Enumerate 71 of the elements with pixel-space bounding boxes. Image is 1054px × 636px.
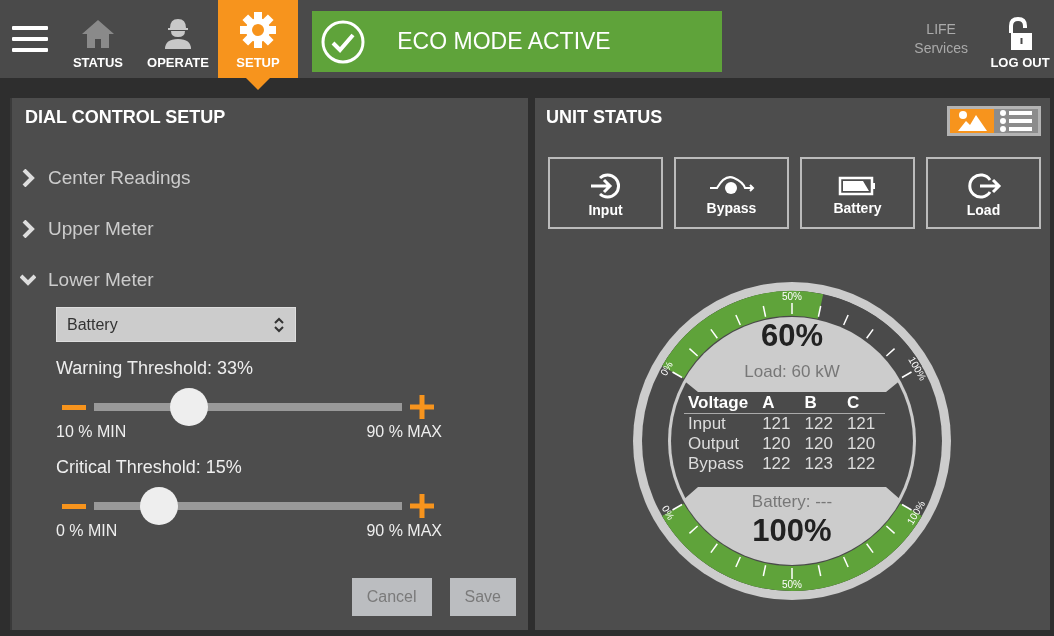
max-label: 90 % MAX [366,522,442,540]
brand-text: Services [914,39,968,58]
minus-icon [62,404,86,410]
table-cell-text: 120 [761,434,792,454]
accordion-header[interactable]: Lower Meter [20,266,154,294]
table-cell-text: Bypass [687,454,745,474]
minus-icon [62,503,86,509]
battery-caption: Battery: --- [751,492,833,512]
plus-button[interactable] [410,395,434,419]
check-circle-icon [320,18,366,65]
table-cell-text: 120 [803,434,834,454]
view-button[interactable] [950,109,994,133]
up-down-arrows-icon [273,315,285,334]
select-value: Battery [67,315,118,334]
column-header: Voltage [684,393,759,414]
plus-icon [410,395,434,419]
panel-title: DIAL CONTROL SETUP [25,106,227,128]
column-header: A [758,393,801,414]
status-tile[interactable]: Bypass [674,157,789,229]
accordion-header[interactable]: Upper Meter [20,215,154,243]
status-tile[interactable]: Load [926,157,1041,229]
list-icon [999,110,1033,132]
slider-label: Critical Threshold: 15% [56,457,243,478]
panel-title: UNIT STATUS [546,106,663,128]
banner-text: ECO MODE ACTIVE [396,28,612,55]
table-cell-text: 122 [845,454,877,474]
status-tile[interactable]: Input [548,157,663,229]
battery-percent: 100% [752,513,832,549]
plus-icon [410,494,434,518]
table-cell: 122 [800,413,843,434]
plus-button[interactable] [410,494,434,518]
table-cell-text: 123 [803,454,834,474]
slider-label: Warning Threshold: 33% [56,358,255,379]
max-label: 90 % MAX [366,423,442,441]
min-label: 0 % MIN [56,522,118,540]
slider-thumb[interactable] [170,388,209,426]
nav-tab[interactable]: STATUS [58,0,138,78]
view-button[interactable] [994,109,1038,133]
gear-icon [239,11,277,49]
table-cell: 121 [842,413,886,434]
meter-tick-label: 0% [659,503,677,522]
chevron-right-icon [20,220,36,238]
meter-tick-label: 50% [782,290,802,302]
table-cell-text: 122 [761,454,792,474]
logout-button[interactable]: LOG OUT [990,0,1054,78]
menu-button[interactable] [12,26,48,52]
chevron-right-icon [20,169,36,187]
image-icon [956,110,988,132]
meter-tick-label: 50% [782,578,802,590]
min-label: 10 % MIN [56,423,127,441]
table-cell: Input [684,413,759,434]
accordion-header[interactable]: Center Readings [20,164,191,192]
column-header: B [800,393,843,414]
slider-thumb[interactable] [139,487,178,525]
battery-icon [837,174,878,198]
nav-tab[interactable]: OPERATE [138,0,218,78]
load-caption: Load: 60 kW [744,362,840,382]
load-percent: 60% [761,318,823,354]
column-header: C [842,393,886,414]
table-cell-text: Output [687,434,741,454]
house-icon [81,19,115,49]
brand-text: LIFE [925,20,957,39]
minus-button[interactable] [62,503,86,509]
status-tile[interactable]: Battery [800,157,915,229]
meter-tick-label: 0% [658,359,675,378]
worker-icon [163,17,193,49]
minus-button[interactable] [62,404,86,410]
meter-select[interactable]: Battery [56,307,296,342]
unlocked-padlock-icon [1007,17,1033,51]
table-cell-text: 120 [845,434,877,454]
table-cell: 121 [758,413,801,434]
